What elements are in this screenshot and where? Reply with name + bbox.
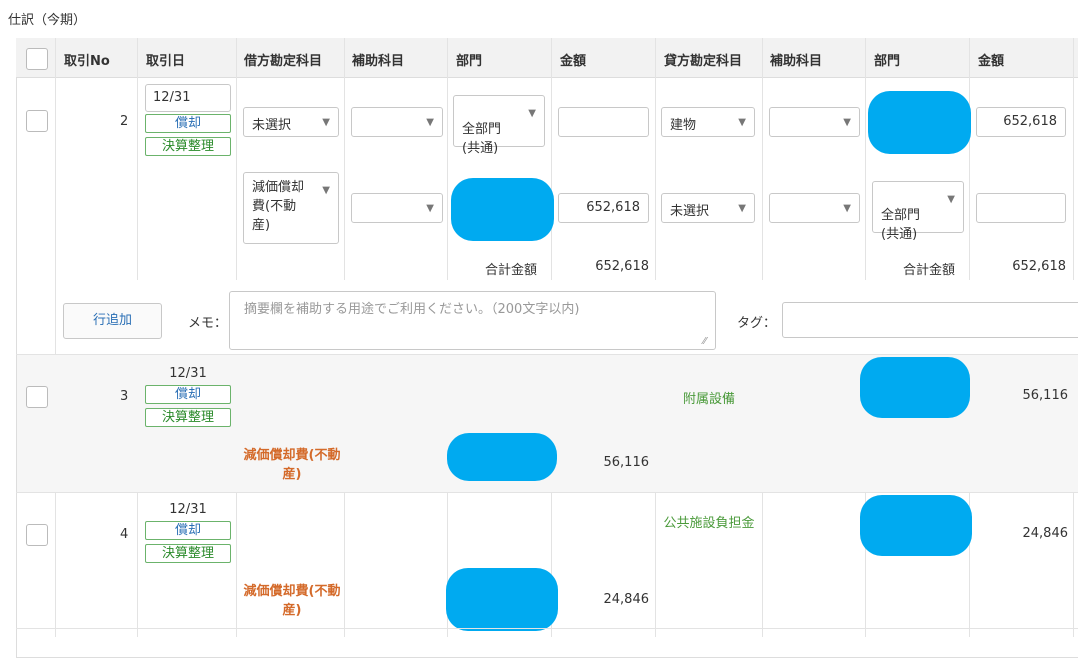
section-title: 仕訳（今期） [8, 13, 87, 28]
debit-dept-value: 全部門 (共通) [462, 122, 502, 156]
chevron-down-icon: ▼ [843, 203, 851, 214]
tag-closing-adjustment[interactable]: 決算整理 [145, 544, 231, 563]
total-debit: 652,618 [595, 259, 649, 274]
debit-sub-select[interactable]: ▼ [351, 193, 443, 223]
row-checkbox[interactable] [26, 524, 48, 546]
credit-account-link[interactable]: 附属設備 [656, 388, 762, 407]
date-input[interactable]: 12/31 [145, 84, 231, 112]
chevron-down-icon: ▼ [843, 117, 851, 128]
redacted-debit-dept [447, 433, 557, 481]
credit-sub-select[interactable]: ▼ [769, 107, 860, 137]
chevron-down-icon: ▼ [738, 203, 746, 214]
debit-account-link[interactable]: 減価償却費(不動産) [240, 446, 344, 484]
chevron-down-icon: ▼ [426, 203, 434, 214]
debit-account-value: 未選択 [252, 118, 292, 133]
header-credit-sub: 補助科目 [770, 54, 823, 69]
credit-account-value: 建物 [670, 118, 697, 133]
credit-account-select[interactable]: 建物 ▼ [661, 107, 755, 137]
entry-no: 3 [120, 389, 129, 404]
tag-closing-adjustment[interactable]: 決算整理 [145, 408, 231, 427]
credit-dept-select[interactable]: 全部門 (共通) ▼ [872, 181, 964, 242]
total-label-debit: 合計金額 [485, 263, 538, 278]
total-label-credit: 合計金額 [903, 263, 956, 278]
tag-label: タグ： [737, 316, 777, 331]
header-credit-amount: 金額 [978, 54, 1005, 69]
credit-account-link[interactable]: 公共施設負担金 [660, 514, 758, 533]
tag-input[interactable] [782, 302, 1078, 338]
memo-label: メモ： [188, 316, 228, 331]
redacted-debit-dept [446, 568, 558, 631]
debit-amount: 24,846 [603, 592, 650, 607]
chevron-down-icon: ▼ [947, 194, 955, 205]
total-credit: 652,618 [1012, 259, 1066, 274]
credit-dept-value: 全部門 (共通) [881, 208, 921, 242]
add-line-button[interactable]: 行追加 [63, 303, 162, 339]
redacted-credit-dept [860, 357, 970, 418]
resize-handle-icon[interactable]: ⁄⁄ [703, 336, 706, 347]
row-checkbox[interactable] [26, 386, 48, 408]
row-checkbox[interactable] [26, 110, 48, 132]
entry-date: 12/31 [169, 366, 207, 381]
chevron-down-icon: ▼ [322, 185, 330, 196]
row-divider [16, 628, 1078, 629]
redacted-credit-dept [868, 91, 971, 154]
chevron-down-icon: ▼ [528, 108, 536, 119]
chevron-down-icon: ▼ [738, 117, 746, 128]
tag-closing-adjustment[interactable]: 決算整理 [145, 137, 231, 156]
entry-no: 2 [120, 114, 129, 129]
tag-depreciation[interactable]: 償却 [145, 114, 231, 133]
chevron-down-icon: ▼ [426, 117, 434, 128]
credit-amount: 56,116 [1022, 388, 1069, 403]
header-debit-account: 借方勘定科目 [244, 54, 323, 69]
header-no: 取引No [64, 54, 110, 69]
debit-amount-input[interactable] [558, 107, 649, 137]
select-all-checkbox[interactable] [26, 48, 48, 70]
tag-depreciation[interactable]: 償却 [145, 521, 231, 540]
credit-account-select[interactable]: 未選択 ▼ [661, 193, 755, 223]
memo-textarea[interactable]: 摘要欄を補助する用途でご利用ください。（200文字以内) [229, 291, 716, 350]
credit-amount: 24,846 [1022, 526, 1069, 541]
debit-account-select[interactable]: 未選択 ▼ [243, 107, 339, 137]
header-credit-account: 貸方勘定科目 [664, 54, 743, 69]
credit-amount-input[interactable] [976, 193, 1066, 223]
header-credit-dept: 部門 [874, 54, 901, 69]
tag-depreciation[interactable]: 償却 [145, 385, 231, 404]
header-date: 取引日 [146, 54, 186, 69]
entry-date: 12/31 [169, 502, 207, 517]
chevron-down-icon: ▼ [322, 117, 330, 128]
row-divider [16, 492, 1078, 493]
debit-amount: 56,116 [603, 455, 650, 470]
debit-dept-select[interactable]: 全部門 (共通) ▼ [453, 95, 545, 156]
credit-account-value: 未選択 [670, 204, 710, 219]
debit-amount-input[interactable]: 652,618 [558, 193, 649, 223]
debit-account-value: 減価償却費(不動産) [252, 180, 305, 233]
credit-amount-input[interactable]: 652,618 [976, 107, 1066, 137]
redacted-debit-dept [451, 178, 554, 241]
debit-account-link[interactable]: 減価償却費(不動産) [240, 582, 344, 620]
entry-no: 4 [120, 527, 129, 542]
credit-sub-select[interactable]: ▼ [769, 193, 860, 223]
header-debit-dept: 部門 [456, 54, 483, 69]
debit-sub-select[interactable]: ▼ [351, 107, 443, 137]
debit-account-select[interactable]: 減価償却費(不動産) ▼ [243, 172, 339, 244]
header-debit-sub: 補助科目 [352, 54, 405, 69]
redacted-credit-dept [860, 495, 972, 556]
header-debit-amount: 金額 [560, 54, 587, 69]
